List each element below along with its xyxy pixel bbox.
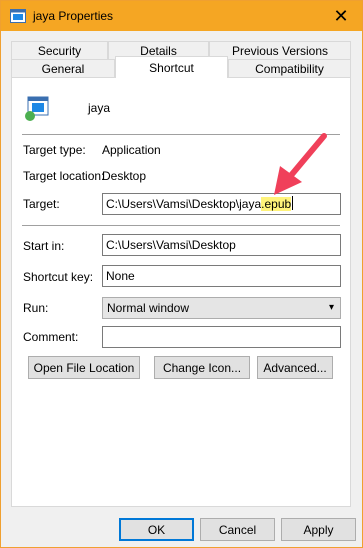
text-caret bbox=[292, 196, 294, 210]
shortcut-app-icon bbox=[10, 9, 26, 23]
run-label: Run: bbox=[23, 301, 49, 315]
comment-label: Comment: bbox=[23, 330, 79, 344]
tab-security[interactable]: Security bbox=[11, 41, 108, 59]
change-icon-button[interactable]: Change Icon... bbox=[154, 356, 250, 379]
shortcut-key-label: Shortcut key: bbox=[23, 270, 94, 284]
close-icon: ✕ bbox=[333, 5, 349, 26]
tab-general[interactable]: General bbox=[11, 59, 115, 77]
shortcut-key-input[interactable]: None bbox=[102, 265, 341, 287]
target-input[interactable]: C:\Users\Vamsi\Desktop\jaya.epub bbox=[102, 193, 341, 215]
start-in-input[interactable]: C:\Users\Vamsi\Desktop bbox=[102, 234, 341, 256]
target-extension-highlight: .epub bbox=[261, 197, 292, 211]
shortcut-panel: jaya Target type: Application Target loc… bbox=[11, 77, 351, 507]
target-type-value: Application bbox=[102, 143, 161, 157]
target-location-label: Target location: bbox=[23, 169, 105, 183]
chevron-down-icon: ▾ bbox=[328, 302, 334, 313]
tab-shortcut[interactable]: Shortcut bbox=[115, 56, 228, 78]
comment-input[interactable] bbox=[102, 326, 341, 348]
properties-window: jaya Properties ✕ Security Details Previ… bbox=[0, 0, 363, 548]
tab-previous-versions[interactable]: Previous Versions bbox=[209, 41, 351, 59]
close-button[interactable]: ✕ bbox=[328, 4, 354, 28]
shortcut-large-icon bbox=[25, 96, 49, 121]
title-bar[interactable]: jaya Properties ✕ bbox=[1, 1, 362, 31]
divider bbox=[22, 225, 340, 226]
open-file-location-button[interactable]: Open File Location bbox=[28, 356, 140, 379]
divider bbox=[22, 134, 340, 135]
cancel-button[interactable]: Cancel bbox=[200, 518, 275, 541]
target-type-label: Target type: bbox=[23, 143, 86, 157]
target-location-value: Desktop bbox=[102, 169, 147, 183]
target-label: Target: bbox=[23, 197, 60, 211]
tab-compatibility[interactable]: Compatibility bbox=[228, 59, 351, 77]
run-select[interactable]: Normal window ▾ bbox=[102, 297, 341, 319]
target-value: C:\Users\Vamsi\Desktop\jaya bbox=[106, 197, 262, 211]
ok-button[interactable]: OK bbox=[119, 518, 194, 541]
advanced-button[interactable]: Advanced... bbox=[257, 356, 333, 379]
apply-button[interactable]: Apply bbox=[281, 518, 356, 541]
shortcut-name: jaya bbox=[88, 101, 111, 115]
start-in-label: Start in: bbox=[23, 239, 65, 253]
window-title: jaya Properties bbox=[33, 9, 114, 23]
